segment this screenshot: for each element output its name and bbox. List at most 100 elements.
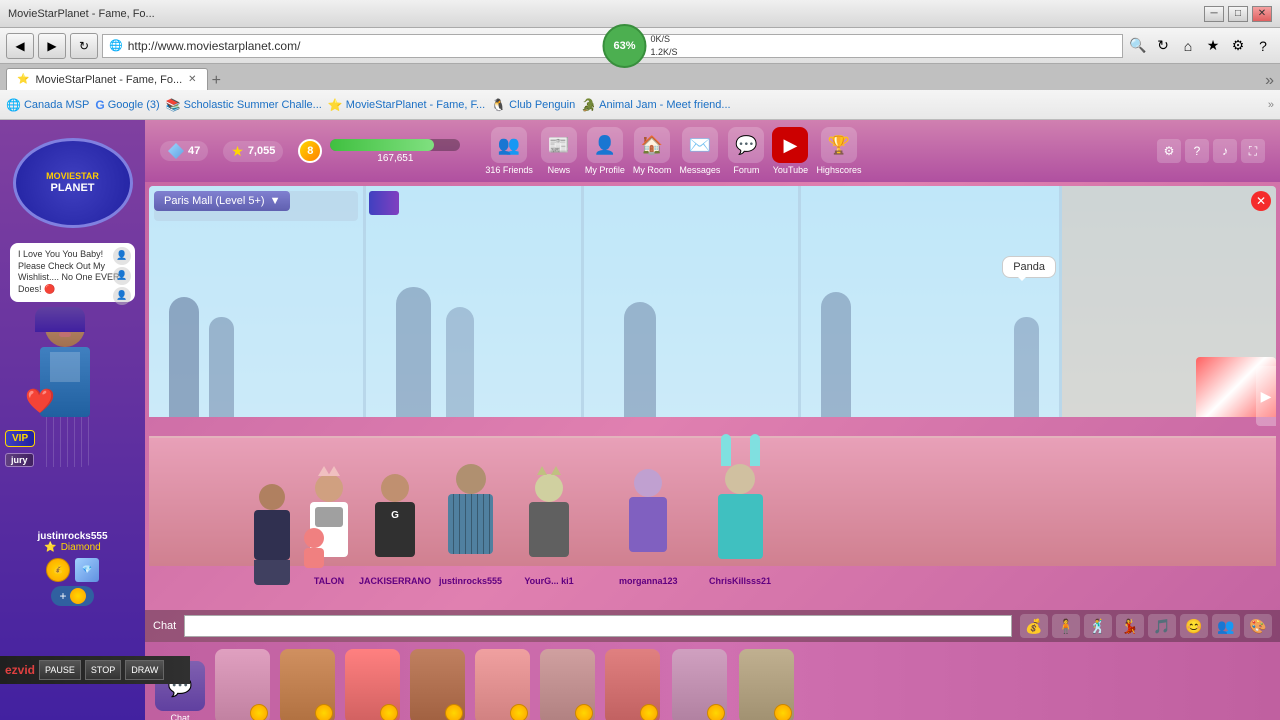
ezvid-draw-button[interactable]: DRAW — [125, 660, 164, 680]
ezvid-stop-button[interactable]: STOP — [85, 660, 121, 680]
help-button[interactable]: ? — [1185, 139, 1209, 163]
nav-messages[interactable]: ✉️ Messages — [679, 127, 720, 175]
gold-coin-skullscnd — [707, 704, 725, 720]
bookmark-clubpenguin[interactable]: 🐧Club Penguin — [491, 98, 575, 112]
emote-action7[interactable]: 🎨 — [1244, 614, 1272, 638]
bookmarks-overflow[interactable]: » — [1268, 99, 1274, 111]
emote-action6[interactable]: 👥 — [1212, 614, 1240, 638]
bottom-char-jessie[interactable]: Jessie Zha... — [280, 649, 335, 720]
bottom-char-livi3519[interactable]: livi3519 — [410, 649, 465, 720]
bottom-char-peoplelov[interactable]: people_lov... — [605, 649, 660, 720]
xp-bar-container: 167,651 — [330, 139, 460, 164]
store-panel-2 — [366, 186, 583, 417]
character-jackiserrano[interactable]: G JACKISERRANO — [359, 474, 431, 586]
bookmark-google[interactable]: GGoogle (3) — [95, 98, 159, 112]
chat-bubble-icon1: 👤 — [113, 247, 131, 265]
room-selector[interactable]: Paris Mall (Level 5+) ▼ — [154, 191, 290, 211]
emote-action5[interactable]: 😊 — [1180, 614, 1208, 638]
bottom-char-jocie2525[interactable]: jocie2525 — [739, 649, 794, 720]
room-color-picker[interactable] — [369, 191, 399, 215]
diamond-icon: 💎 — [75, 558, 99, 582]
refresh-icon[interactable]: ↻ — [1152, 35, 1174, 57]
settings-button[interactable]: ⚙ — [1157, 139, 1181, 163]
bottom-char-twin1love[interactable]: twin#1love — [475, 649, 530, 720]
world-close-button[interactable]: ✕ — [1251, 191, 1271, 211]
favorites-icon[interactable]: ★ — [1202, 35, 1224, 57]
character-killer[interactable]: killer — [249, 484, 294, 586]
bookmark-msp[interactable]: ⭐MovieStarPlanet - Fame, F... — [328, 98, 485, 112]
gold-coin-guitartwin — [575, 704, 593, 720]
url-text: http://www.moviestarplanet.com/ — [128, 39, 301, 53]
bottom-char-lulubella12[interactable]: lulubella12 — [215, 649, 270, 720]
add-coin-button[interactable]: + — [51, 586, 93, 606]
close-button[interactable]: ✕ — [1252, 6, 1272, 22]
rank-label: ⭐Diamond — [4, 542, 141, 553]
gold-coin-jessie — [315, 704, 333, 720]
diamond-gem-icon — [168, 143, 184, 159]
emote-action4[interactable]: 🎵 — [1148, 614, 1176, 638]
character-yourg[interactable]: YourG... ki1 — [524, 474, 574, 586]
maximize-button[interactable]: □ — [1228, 6, 1248, 22]
active-tab[interactable]: ⭐ MovieStarPlanet - Fame, Fo... ✕ — [6, 68, 208, 90]
nav-highscores[interactable]: 🏆 Highscores — [816, 127, 861, 175]
bookmark-animaljam[interactable]: 🐊Animal Jam - Meet friend... — [581, 98, 730, 112]
char-figure-lulubella12 — [215, 649, 270, 720]
minimize-button[interactable]: ─ — [1204, 6, 1224, 22]
search-icon[interactable]: 🔍 — [1127, 35, 1149, 57]
character-talon[interactable]: TALON — [304, 474, 354, 586]
tools-icon[interactable]: ⚙ — [1227, 35, 1249, 57]
ezvid-recorder: ezvid PAUSE STOP DRAW — [0, 656, 190, 684]
refresh-button[interactable]: ↻ — [70, 33, 98, 59]
character-justinrocks555[interactable]: justinrocks555 — [439, 464, 502, 586]
char-figure-guitartwin — [540, 649, 595, 720]
bookmark-scholastic[interactable]: 📚Scholastic Summer Challe... — [166, 98, 322, 112]
panda-speech-bubble: Panda — [1002, 256, 1056, 278]
coin-action[interactable]: 💰 — [1020, 614, 1048, 638]
main-avatar: ❤️ — [20, 307, 110, 507]
emote-action2[interactable]: 🕺 — [1084, 614, 1112, 638]
help-icon[interactable]: ? — [1252, 35, 1274, 57]
window-controls: ─ □ ✕ — [1204, 6, 1272, 22]
xp-fill — [330, 139, 434, 151]
bottom-char-pink5672[interactable]: Pink5672 — [345, 649, 400, 720]
ezvid-pause-button[interactable]: PAUSE — [39, 660, 81, 680]
room-dropdown-icon: ▼ — [270, 195, 281, 207]
msp-logo: MOVIESTAR PLANET — [13, 138, 133, 228]
fullscreen-button[interactable]: ⛶ — [1241, 139, 1265, 163]
tab-close-button[interactable]: ✕ — [188, 74, 196, 85]
nav-items-container: 👥 316 Friends 📰 News 👤 My Profile 🏠 My R… — [485, 127, 861, 175]
character-chriskillsss21[interactable]: ChrisKillsss21 — [709, 464, 771, 586]
home-icon[interactable]: ⌂ — [1177, 35, 1199, 57]
nav-news[interactable]: 📰 News — [541, 127, 577, 175]
char-figure-jessie — [280, 649, 335, 720]
chat-text: I Love You You Baby! Please Check Out My… — [18, 249, 127, 296]
new-tab-button[interactable]: + — [212, 72, 221, 90]
character-morganna123[interactable]: morganna123 — [619, 469, 678, 586]
bottom-char-skullscnd[interactable]: Skullsc@nd... — [670, 649, 729, 720]
tab-overflow-button[interactable]: » — [1265, 72, 1274, 90]
friends-icon: 👥 — [491, 127, 527, 163]
bookmark-canada-msp[interactable]: 🌐Canada MSP — [6, 98, 89, 112]
char-figure-skullscnd — [672, 649, 727, 720]
nav-myroom[interactable]: 🏠 My Room — [633, 127, 672, 175]
nav-friends[interactable]: 👥 316 Friends — [485, 127, 533, 175]
forward-button[interactable]: ▶ — [38, 33, 66, 59]
vip-badge: VIP — [5, 430, 35, 447]
heart-icon: ❤️ — [25, 387, 55, 417]
store-panel-4 — [801, 186, 1061, 417]
nav-forum[interactable]: 💬 Forum — [728, 127, 764, 175]
emote-action1[interactable]: 🧍 — [1052, 614, 1080, 638]
back-button[interactable]: ◀ — [6, 33, 34, 59]
nav-youtube[interactable]: ▶ YouTube — [772, 127, 808, 175]
chat-input[interactable] — [184, 615, 1012, 637]
stats-bar: 47 ★ 7,055 8 167,651 — [145, 120, 1280, 182]
char-figure-peoplelov — [605, 649, 660, 720]
scroll-right-button[interactable]: ▶ — [1256, 366, 1276, 426]
bottom-char-guitartwin[interactable]: guitartwin... — [540, 649, 595, 720]
music-button[interactable]: ♪ — [1213, 139, 1237, 163]
nav-myprofile[interactable]: 👤 My Profile — [585, 127, 625, 175]
logo-container: MOVIESTAR PLANET — [0, 128, 145, 238]
emote-action3[interactable]: 💃 — [1116, 614, 1144, 638]
store-panel-3 — [584, 186, 801, 417]
diamond-stat: 47 — [160, 141, 208, 161]
